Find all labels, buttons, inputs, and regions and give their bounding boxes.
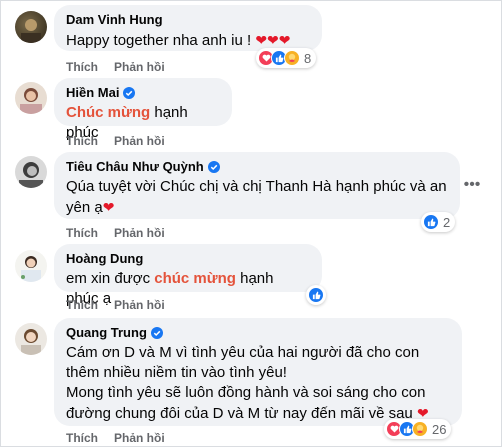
reaction-summary[interactable]: 26 — [384, 419, 452, 439]
avatar[interactable] — [15, 11, 47, 43]
comment-author[interactable]: Tiêu Châu Như Quỳnh — [66, 159, 448, 175]
comment-actions: Thích Phản hồi — [66, 60, 165, 74]
comment-actions: Thích Phản hồi — [66, 226, 165, 240]
reaction-summary[interactable]: 2 — [421, 212, 456, 232]
like-icon — [423, 214, 439, 230]
verified-badge-icon — [123, 87, 136, 99]
reaction-count: 2 — [443, 214, 451, 230]
reaction-count: 8 — [304, 50, 312, 66]
reply-button[interactable]: Phản hồi — [114, 298, 165, 312]
reply-button[interactable]: Phản hồi — [114, 226, 165, 240]
comment-author[interactable]: Hoàng Dung — [66, 251, 310, 267]
reply-button[interactable]: Phản hồi — [114, 431, 165, 445]
comment-bubble: Hoàng Dung em xin được chúc mừng hạnh ph… — [54, 244, 322, 307]
comment-text: Qúa tuyệt vời Chúc chị và chị Thanh Hà h… — [66, 178, 447, 216]
comment-text: Cám ơn D và M vì tình yêu của hai người … — [66, 344, 429, 422]
reply-button[interactable]: Phản hồi — [114, 60, 165, 74]
comment-author[interactable]: Quang Trung — [66, 325, 450, 341]
avatar[interactable] — [15, 323, 47, 355]
avatar[interactable] — [15, 250, 47, 282]
reaction-summary[interactable] — [306, 285, 326, 305]
reaction-count: 26 — [432, 421, 447, 437]
avatar[interactable] — [15, 156, 47, 188]
comment-author[interactable]: Hiền Mai — [66, 85, 220, 101]
care-icon — [412, 421, 428, 437]
comment-actions: Thích Phản hồi — [66, 431, 165, 445]
comment-actions: Thích Phản hồi — [66, 134, 165, 148]
reply-button[interactable]: Phản hồi — [114, 134, 165, 148]
more-options-icon[interactable]: ••• — [458, 171, 486, 199]
like-button[interactable]: Thích — [66, 431, 98, 445]
comment-bubble: Dam Vinh Hung Happy together nha anh iu … — [54, 5, 322, 51]
like-button[interactable]: Thích — [66, 226, 98, 240]
care-icon — [284, 50, 300, 66]
reaction-summary[interactable]: 8 — [256, 48, 317, 68]
comment-actions: Thích Phản hồi — [66, 298, 165, 312]
like-button[interactable]: Thích — [66, 134, 98, 148]
like-icon — [308, 287, 324, 303]
heart-emoji: ❤❤❤ — [255, 32, 291, 48]
heart-emoji: ❤ — [102, 199, 115, 215]
comment-bubble: Quang Trung Cám ơn D và M vì tình yêu củ… — [54, 318, 462, 426]
avatar[interactable] — [15, 82, 47, 114]
comment-bubble: Hiền Mai Chúc mừng hạnh phúc — [54, 78, 232, 141]
verified-badge-icon — [207, 161, 220, 173]
like-button[interactable]: Thích — [66, 298, 98, 312]
comment-bubble: Tiêu Châu Như Quỳnh Qúa tuyệt vời Chúc c… — [54, 152, 460, 219]
verified-badge-icon — [150, 327, 163, 339]
like-button[interactable]: Thích — [66, 60, 98, 74]
comment-author[interactable]: Dam Vinh Hung — [66, 12, 310, 28]
